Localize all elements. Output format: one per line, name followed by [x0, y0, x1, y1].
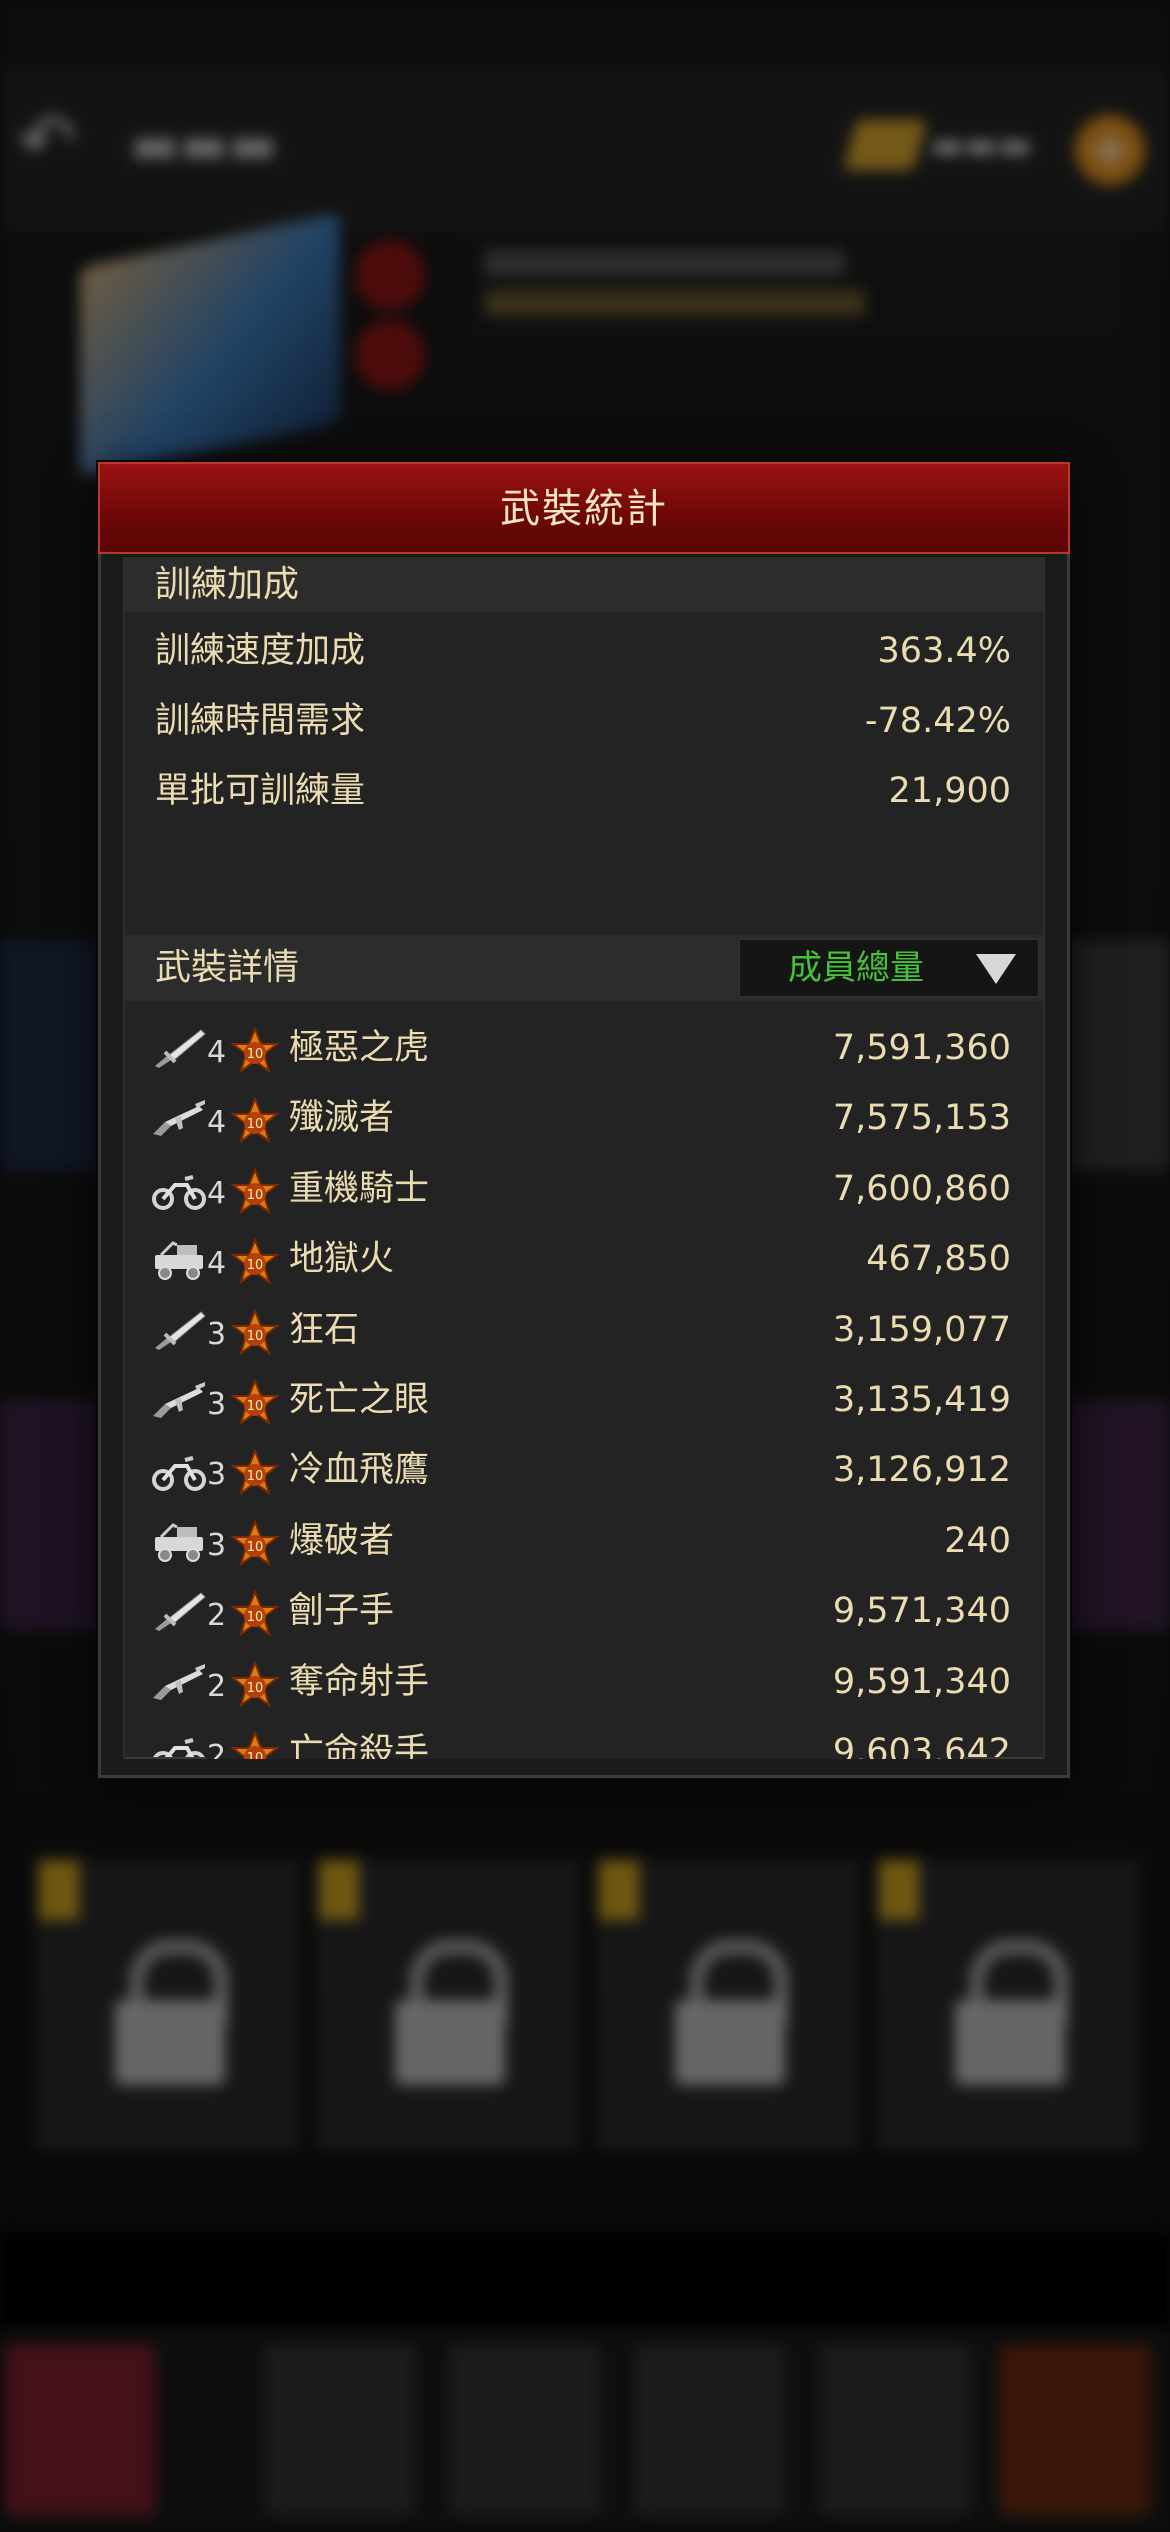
truck-icon	[151, 1519, 207, 1563]
rank-badge-icon: 10	[229, 1096, 281, 1145]
unit-row: 2 10 劊子手 9,571,340	[125, 1576, 1043, 1646]
unit-row: 3 10 狂石 3,159,077	[125, 1295, 1043, 1365]
rank-badge-icon: 10	[229, 1730, 281, 1759]
unit-tier: 2	[207, 1739, 227, 1759]
training-row-label: 訓練時間需求	[155, 701, 366, 741]
corner-ornament	[125, 1717, 205, 1759]
svg-text:10: 10	[247, 1751, 264, 1759]
truck-icon	[151, 1237, 207, 1281]
training-row-value: 363.4%	[877, 631, 1011, 671]
unit-count: 3,135,419	[832, 1380, 1011, 1420]
unit-count: 9,591,340	[832, 1661, 1011, 1702]
unit-count: 9,571,340	[832, 1591, 1011, 1632]
dialog-header: 武裝統計	[98, 462, 1070, 554]
unit-tier: 2	[207, 1598, 227, 1634]
corner-ornament	[963, 1717, 1043, 1759]
training-row-label: 訓練速度加成	[155, 631, 366, 671]
unit-name: 殲滅者	[289, 1098, 395, 1139]
unit-count: 7,591,360	[832, 1028, 1011, 1068]
svg-text:10: 10	[247, 1329, 264, 1344]
training-row: 訓練時間需求 -78.42%	[125, 689, 1043, 753]
knife-icon	[151, 1026, 207, 1070]
unit-row: 4 10 地獄火 467,850	[125, 1224, 1043, 1294]
unit-name: 死亡之眼	[289, 1380, 430, 1420]
svg-text:10: 10	[247, 1540, 264, 1555]
unit-name: 奪命射手	[289, 1661, 430, 1702]
motorcycle-icon	[151, 1167, 207, 1211]
stats-panel: 訓練加成 訓練速度加成 363.4% 訓練時間需求 -78.42% 單批可訓練量…	[123, 557, 1045, 1759]
training-row-value: -78.42%	[864, 701, 1011, 741]
unit-name: 狂石	[289, 1309, 360, 1350]
svg-text:10: 10	[247, 1188, 264, 1203]
unit-row: 3 10 冷血飛鷹 3,126,912	[125, 1435, 1043, 1505]
rifle-icon	[151, 1096, 207, 1140]
svg-text:10: 10	[247, 1047, 264, 1062]
unit-count: 467,850	[866, 1239, 1011, 1280]
knife-icon	[151, 1589, 207, 1633]
unit-count: 240	[944, 1520, 1011, 1561]
unit-tier: 3	[207, 1316, 227, 1352]
unit-name: 爆破者	[289, 1520, 395, 1561]
rifle-icon	[151, 1660, 207, 1704]
unit-row: 3 10 爆破者 240	[125, 1506, 1043, 1576]
dialog-title: 武裝統計	[500, 486, 668, 532]
rank-badge-icon: 10	[229, 1307, 281, 1357]
svg-text:10: 10	[247, 1399, 264, 1414]
training-row-label: 單批可訓練量	[155, 771, 366, 811]
training-row: 單批可訓練量 21,900	[125, 759, 1043, 823]
unit-tier: 4	[207, 1175, 227, 1211]
unit-count: 7,575,153	[832, 1098, 1011, 1139]
unit-row: 2 10 奪命射手 9,591,340	[125, 1647, 1043, 1717]
sort-dropdown[interactable]: 成員總量	[739, 939, 1039, 997]
unit-tier: 4	[207, 1246, 227, 1282]
rank-badge-icon: 10	[229, 1026, 281, 1075]
unit-name: 重機騎士	[289, 1168, 430, 1209]
unit-name: 亡命殺手	[289, 1732, 430, 1759]
armament-stats-dialog: 武裝統計 訓練加成 訓練速度加成 363.4% 訓練時間需求 -78.42% 單…	[98, 462, 1070, 1778]
unit-tier: 3	[207, 1527, 227, 1563]
unit-row: 4 10 極惡之虎 7,591,360	[125, 1013, 1043, 1083]
unit-name: 地獄火	[289, 1239, 395, 1280]
unit-tier: 2	[207, 1668, 227, 1704]
unit-row: 2 10 亡命殺手 9,603,642	[125, 1717, 1043, 1759]
svg-text:10: 10	[247, 1469, 264, 1484]
training-row-value: 21,900	[888, 771, 1011, 811]
unit-row: 3 10 死亡之眼 3,135,419	[125, 1365, 1043, 1435]
rank-badge-icon: 10	[229, 1659, 281, 1709]
rank-badge-icon: 10	[229, 1448, 281, 1497]
rank-badge-icon: 10	[229, 1237, 281, 1286]
rank-badge-icon: 10	[229, 1589, 281, 1638]
rank-badge-icon: 10	[229, 1167, 281, 1216]
unit-tier: 3	[207, 1387, 227, 1422]
unit-row: 4 10 重機騎士 7,600,860	[125, 1154, 1043, 1224]
unit-count: 3,126,912	[832, 1450, 1011, 1491]
unit-name: 冷血飛鷹	[289, 1450, 430, 1491]
unit-tier: 4	[207, 1105, 227, 1141]
motorcycle-icon	[151, 1448, 207, 1492]
rank-badge-icon: 10	[229, 1519, 281, 1568]
training-bonus-heading: 訓練加成	[125, 557, 1043, 612]
sort-dropdown-label: 成員總量	[788, 948, 924, 988]
unit-name: 劊子手	[289, 1591, 395, 1632]
svg-text:10: 10	[247, 1258, 264, 1273]
unit-count: 3,159,077	[832, 1309, 1011, 1350]
svg-text:10: 10	[247, 1117, 264, 1132]
unit-tier: 3	[207, 1457, 227, 1493]
unit-name: 極惡之虎	[289, 1028, 430, 1068]
rifle-icon	[151, 1378, 207, 1422]
triangle-down-icon	[976, 954, 1016, 984]
rank-badge-icon: 10	[229, 1378, 281, 1427]
svg-text:10: 10	[247, 1681, 264, 1696]
training-row: 訓練速度加成 363.4%	[125, 619, 1043, 683]
unit-row: 4 10 殲滅者 7,575,153	[125, 1083, 1043, 1153]
unit-tier: 4	[207, 1035, 227, 1070]
unit-count: 7,600,860	[832, 1168, 1011, 1209]
knife-icon	[151, 1308, 207, 1352]
svg-text:10: 10	[247, 1610, 264, 1625]
